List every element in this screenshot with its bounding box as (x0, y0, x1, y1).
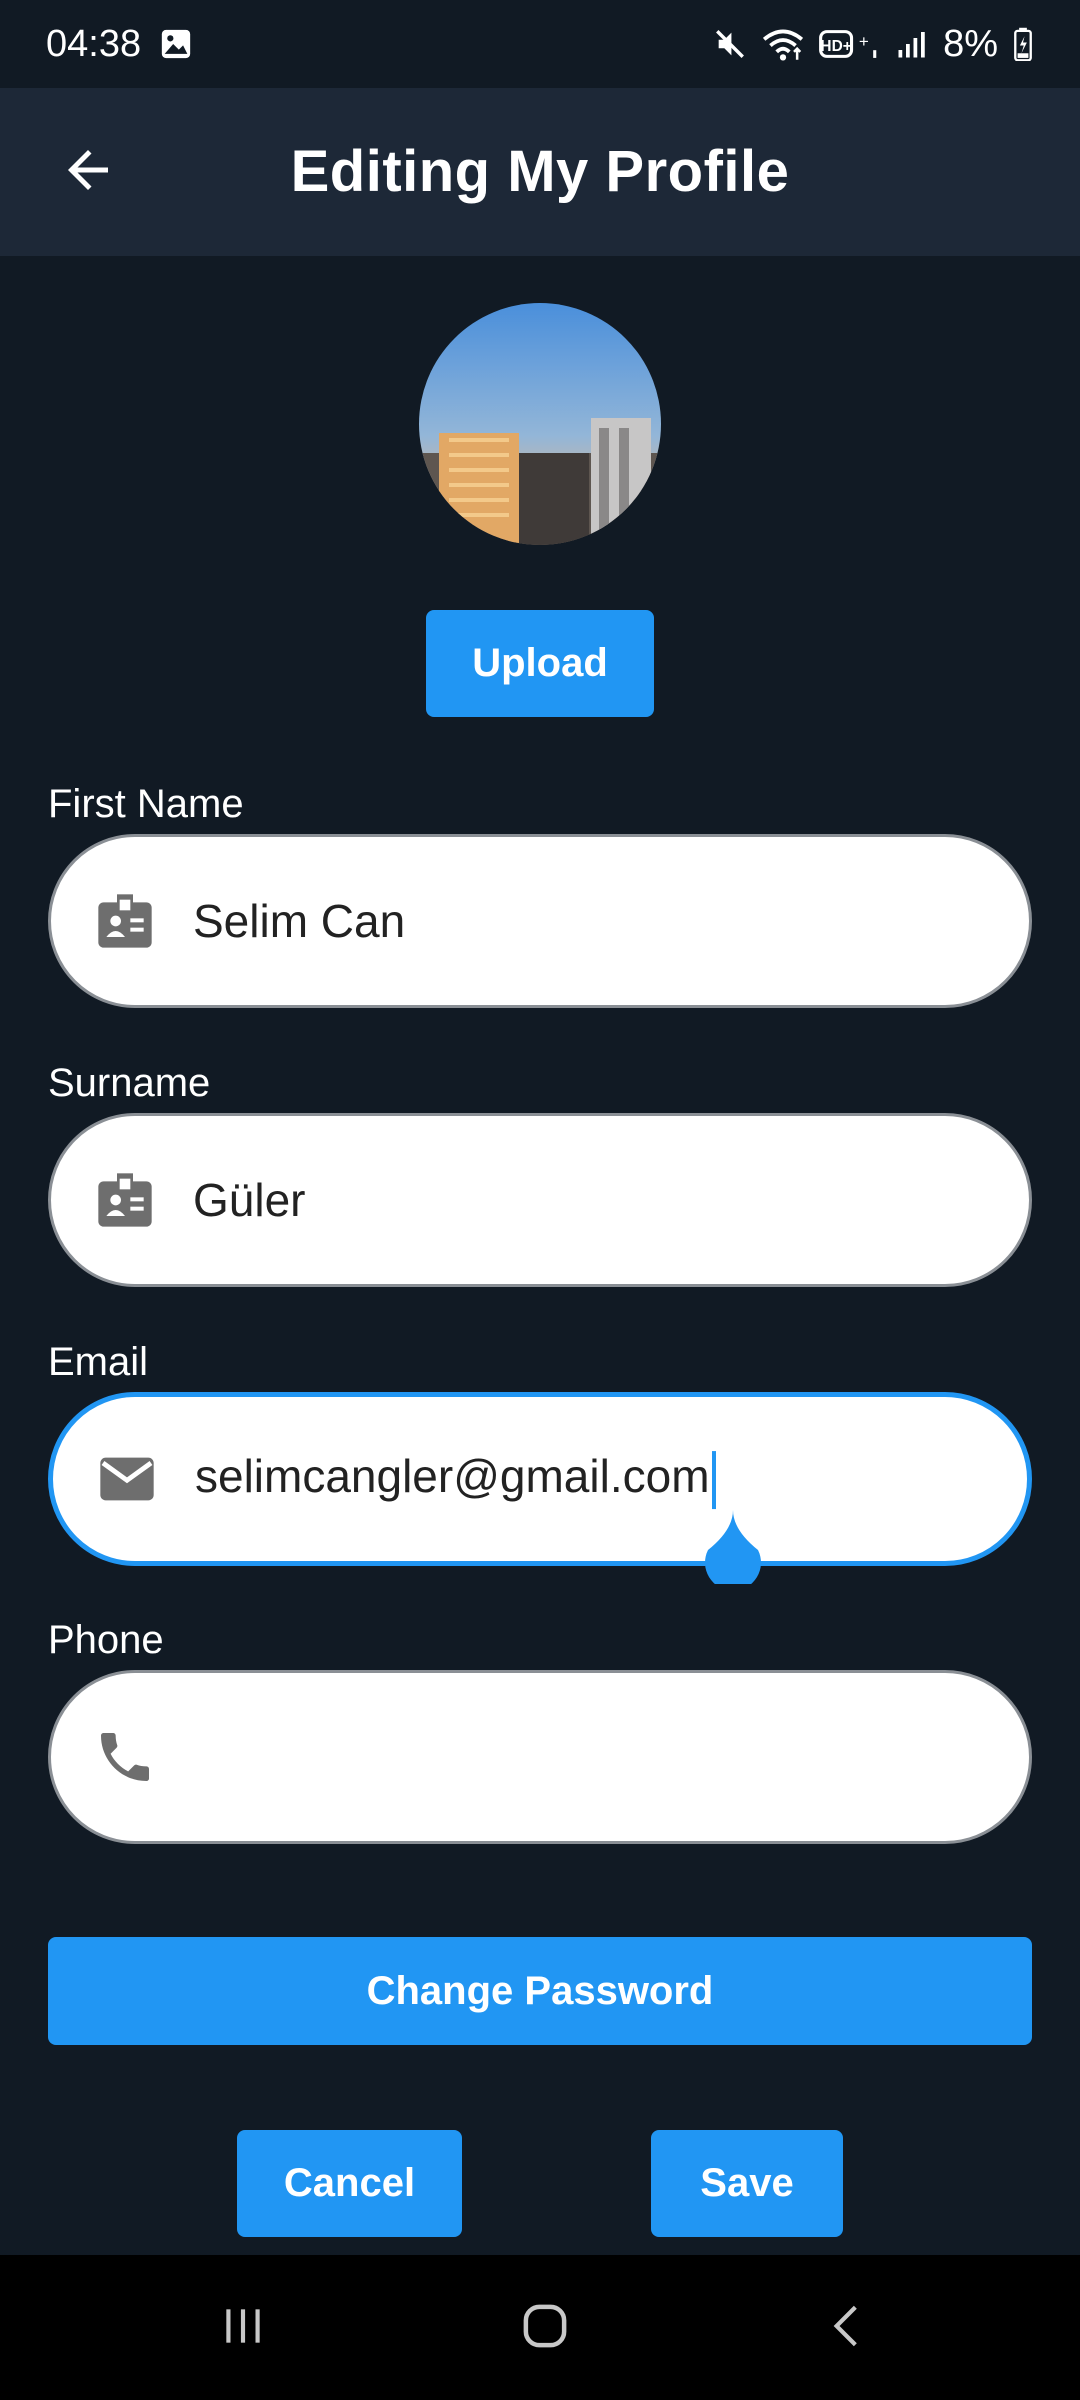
phone-field[interactable] (48, 1670, 1032, 1844)
email-label: Email (48, 1340, 149, 1384)
badge-icon (89, 1164, 161, 1236)
nav-back-button[interactable] (797, 2285, 897, 2371)
battery-percent: 8% (943, 22, 998, 65)
home-button[interactable] (495, 2285, 595, 2371)
back-icon (822, 2299, 872, 2358)
system-nav-bar (0, 2255, 1080, 2400)
signal-icon (895, 29, 929, 59)
status-left: 04:38 (46, 23, 193, 66)
first-name-label: First Name (48, 782, 244, 826)
email-input[interactable]: selimcangler@gmail.com (195, 1449, 716, 1509)
svg-text:HD+: HD+ (821, 38, 852, 55)
app-bar: Editing My Profile (0, 88, 1080, 256)
first-name-input[interactable]: Selim Can (193, 894, 405, 948)
save-button[interactable]: Save (651, 2130, 843, 2237)
mail-icon (91, 1443, 163, 1515)
status-right: HD+ + 8% (713, 23, 1034, 66)
upload-button[interactable]: Upload (426, 610, 654, 717)
volte-icon: HD+ + (819, 27, 881, 61)
profile-photo (419, 303, 661, 545)
surname-label: Surname (48, 1061, 211, 1105)
avatar[interactable] (419, 303, 661, 545)
surname-field[interactable]: Güler (48, 1113, 1032, 1287)
email-text: selimcangler@gmail.com (195, 1450, 710, 1503)
status-bar: 04:38 HD+ + 8% (0, 0, 1080, 88)
svg-text:+: + (859, 32, 869, 51)
recents-icon (218, 2301, 268, 2356)
cursor-handle[interactable] (700, 1508, 766, 1591)
phone-label: Phone (48, 1618, 164, 1662)
text-caret (711, 1450, 716, 1509)
email-field[interactable]: selimcangler@gmail.com (48, 1392, 1032, 1566)
first-name-field[interactable]: Selim Can (48, 834, 1032, 1008)
phone-icon (89, 1721, 161, 1793)
recents-button[interactable] (193, 2285, 293, 2371)
home-icon (518, 2299, 572, 2358)
gallery-icon (159, 27, 193, 61)
surname-input[interactable]: Güler (193, 1173, 305, 1227)
cancel-button[interactable]: Cancel (237, 2130, 462, 2237)
badge-icon (89, 885, 161, 957)
wifi-icon (761, 26, 805, 62)
status-time: 04:38 (46, 22, 142, 65)
change-password-button[interactable]: Change Password (48, 1937, 1032, 2045)
page-title: Editing My Profile (290, 139, 790, 204)
mute-icon (713, 27, 747, 61)
battery-charging-icon (1012, 27, 1034, 61)
